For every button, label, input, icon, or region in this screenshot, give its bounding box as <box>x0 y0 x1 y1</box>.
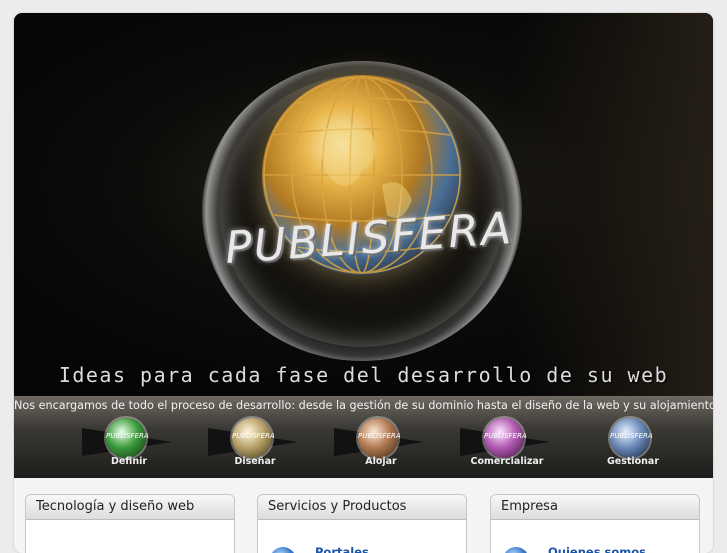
hero-tagline: Ideas para cada fase del desarrollo de s… <box>58 363 669 387</box>
panel-title: Empresa <box>491 495 699 520</box>
step-comercializar[interactable]: PUBLISFERA Comercializar <box>432 416 558 476</box>
step-disenar[interactable]: PUBLISFERA Diseñar <box>180 416 306 476</box>
link-portales[interactable]: Portales <box>315 545 369 553</box>
link-quienes-somos[interactable]: Quienes somos <box>548 545 646 553</box>
sphere-label: PUBLISFERA <box>610 432 653 440</box>
step-definir[interactable]: PUBLISFERA Definir <box>54 416 180 476</box>
sphere-icon <box>503 547 529 553</box>
hero-glow <box>513 13 713 396</box>
sphere-label: PUBLISFERA <box>232 432 275 440</box>
step-label: Definir <box>110 456 148 467</box>
sphere-icon: PUBLISFERA <box>484 418 527 458</box>
step-alojar[interactable]: PUBLISFERA Alojar <box>306 416 432 476</box>
page-frame: PUBLISFERA Ideas para cada fase del desa… <box>14 13 713 553</box>
process-bar: Nos encargamos de todo el proceso de des… <box>14 396 713 478</box>
sphere-icon: PUBLISFERA <box>358 418 401 458</box>
process-intro: Nos encargamos de todo el proceso de des… <box>14 399 713 412</box>
sphere-label: PUBLISFERA <box>106 432 149 440</box>
panel-empresa: Empresa Quienes somos <box>490 494 700 553</box>
step-label: Comercializar <box>470 456 544 467</box>
hero-banner: PUBLISFERA Ideas para cada fase del desa… <box>14 13 713 396</box>
process-steps: PUBLISFERA Definir PUBLISFERA Diseñar PU… <box>14 416 713 476</box>
panel-servicios: Servicios y Productos Portales <box>257 494 467 553</box>
sphere-icon <box>270 547 296 553</box>
step-label: Alojar <box>365 456 397 467</box>
sphere-icon: PUBLISFERA <box>232 418 275 458</box>
panel-title: Servicios y Productos <box>258 495 466 520</box>
sphere-icon: PUBLISFERA <box>106 418 149 458</box>
sphere-label: PUBLISFERA <box>358 432 401 440</box>
panel-title: Tecnología y diseño web <box>26 495 234 520</box>
step-label: Diseñar <box>234 456 276 467</box>
step-label: Gestionar <box>606 456 660 467</box>
step-gestionar[interactable]: PUBLISFERA Gestionar <box>558 416 684 476</box>
sphere-icon: PUBLISFERA <box>610 418 653 458</box>
panel-tecnologia: Tecnología y diseño web <box>25 494 235 553</box>
sphere-label: PUBLISFERA <box>484 432 527 440</box>
